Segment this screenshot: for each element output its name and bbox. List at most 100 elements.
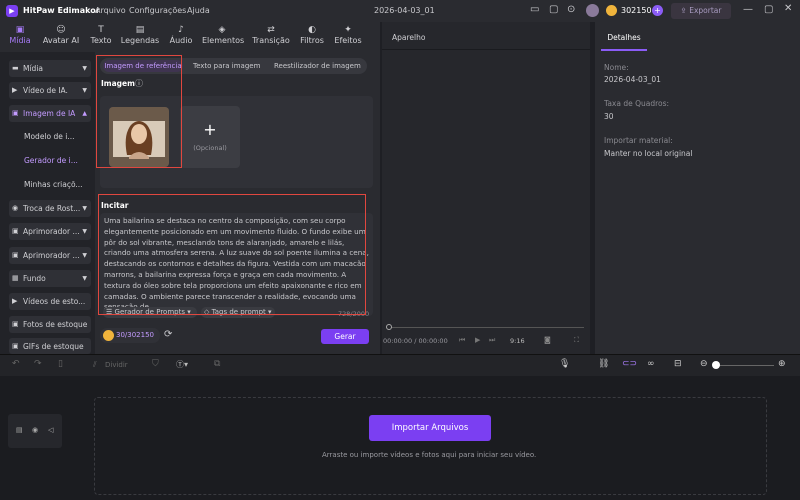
tab-texto[interactable]: T Texto	[81, 24, 121, 52]
zoom-out-icon[interactable]: ⊖	[700, 359, 708, 369]
coin-icon	[103, 330, 114, 341]
magnet-icon[interactable]: ⊂⊃	[622, 359, 637, 369]
split-label[interactable]: Dividir	[105, 361, 128, 369]
tab-audio[interactable]: ♪ Áudio	[161, 24, 201, 52]
avatar[interactable]	[586, 4, 599, 17]
tab-transicao[interactable]: ⇄ Transição	[251, 24, 291, 52]
track-header: ▤ ◉ ◁	[8, 414, 62, 448]
track-visibility-icon[interactable]: ◉	[32, 426, 38, 434]
zoom-slider[interactable]	[716, 365, 774, 366]
sidebar-item-troca-rosto[interactable]: ◉ Troca de Rost... ▼	[9, 200, 91, 217]
redo-icon[interactable]: ↷	[34, 359, 42, 369]
track-lock-icon[interactable]: ▤	[16, 426, 23, 434]
drop-hint: Arraste ou importe vídeos e fotos aqui p…	[322, 451, 537, 459]
zoom-in-icon[interactable]: ⊕	[778, 359, 786, 369]
tab-legendas[interactable]: ▤ Legendas	[120, 24, 160, 52]
prev-frame-icon[interactable]: ⏮	[459, 336, 465, 345]
add-credits-icon[interactable]: +	[652, 5, 663, 16]
track-audio-icon[interactable]: ◁	[48, 426, 53, 434]
fullscreen-icon[interactable]: ⛶	[574, 336, 579, 345]
minimize-icon[interactable]: —	[743, 4, 753, 15]
time-display: 00:00:00 / 00:00:00	[383, 337, 448, 345]
sidebar-item-gifs-estoque[interactable]: ▣ GIFs de estoque	[9, 338, 91, 354]
zoom-slider-handle[interactable]	[712, 361, 720, 369]
chevron-up-icon: ▲	[82, 110, 87, 117]
face-swap-icon: ◉	[12, 204, 19, 212]
sidebar-item-imagem-ia[interactable]: ▣ Imagem de IA ▲	[9, 105, 91, 122]
scrubber-handle[interactable]	[386, 324, 392, 330]
sidebar-item-aprimorador-2[interactable]: ▣ Aprimorador ... ▼	[9, 247, 91, 264]
sidebar-item-minhas-criacoes[interactable]: Minhas criaçõ...	[9, 176, 91, 193]
export-label: Exportar	[689, 6, 722, 15]
import-files-button[interactable]: Importar Arquivos	[369, 415, 491, 441]
close-icon[interactable]: ✕	[784, 3, 792, 14]
import-value: Manter no local original	[604, 149, 693, 158]
sidebar-item-gerador[interactable]: Gerador de i...	[9, 152, 91, 169]
generate-button[interactable]: Gerar	[321, 329, 369, 344]
credits-pill: 30/302150	[100, 328, 160, 343]
snapshot-icon[interactable]: ◙	[544, 336, 551, 344]
title-bar: ▶ HitPaw Edimakor Arquivo Configurações …	[0, 0, 800, 22]
menu-arquivo[interactable]: Arquivo	[95, 6, 126, 15]
details-panel: Detalhes Nome: 2026-04-03_01 Taxa de Qua…	[595, 22, 800, 354]
menu-configuracoes[interactable]: Configurações	[129, 6, 186, 15]
split-icon[interactable]: ⫽	[93, 360, 97, 370]
enhancer-icon: ▣	[12, 251, 19, 259]
shield-icon[interactable]: ⛉	[152, 359, 159, 369]
coin-icon	[606, 5, 617, 16]
credits-count: 302150	[621, 6, 652, 15]
chat-icon[interactable]: ▢	[549, 4, 558, 15]
sidebar-item-fotos-estoque[interactable]: ▣ Fotos de estoque	[9, 316, 91, 333]
sidebar-item-video-ia[interactable]: ▶ Vídeo de IA. ▼	[9, 82, 91, 99]
export-button[interactable]: ⇪ Exportar	[671, 3, 731, 19]
app-logo: ▶	[6, 5, 18, 17]
playback-scrubber[interactable]	[388, 327, 584, 328]
sidebar-item-videos-estoque[interactable]: ▶ Vídeos de esto...	[9, 293, 91, 310]
tab-avatar-ai[interactable]: ☺ Avatar AI	[41, 24, 81, 52]
chain-icon[interactable]: ∞	[647, 359, 655, 369]
sidebar-item-midia[interactable]: ▬ Mídia ▼	[9, 60, 91, 77]
link-icon[interactable]: ⛓	[598, 359, 609, 369]
chevron-down-icon: ▼	[82, 87, 87, 94]
timeline-toolbar: ↶ ↷ ▯ ⫽ Dividir ⛉ Ⓣ▾ ⧉ 🎙 ⛓ ⊂⊃ ∞ ⊟ ⊖ ⊕	[0, 354, 800, 376]
delete-icon[interactable]: ▯	[58, 359, 63, 369]
fit-icon[interactable]: ⊟	[674, 359, 682, 369]
stock-photo-icon: ▣	[12, 320, 19, 328]
download-icon[interactable]: ⊙	[567, 4, 575, 15]
menu-ajuda[interactable]: Ajuda	[187, 6, 210, 15]
tab-detalhes[interactable]: Detalhes	[601, 27, 647, 51]
play-icon[interactable]: ▶	[475, 336, 480, 344]
monitor-icon[interactable]: ▭	[530, 4, 539, 15]
project-name: 2026-04-03_01	[374, 6, 435, 15]
crop-icon[interactable]: ⧉	[214, 359, 220, 369]
microphone-icon[interactable]: 🎙	[559, 359, 570, 369]
chevron-down-icon: ▼	[82, 65, 87, 72]
stock-video-icon: ▶	[12, 297, 18, 305]
tab-reestilizador[interactable]: Reestilizador de imagem	[274, 62, 361, 70]
video-icon: ▶	[12, 86, 18, 94]
filters-icon: ◐	[308, 25, 316, 35]
add-optional-image-button[interactable]: + (Opcional)	[180, 106, 240, 168]
optional-label: (Opcional)	[193, 144, 227, 152]
sidebar-item-modelo[interactable]: Modelo de i...	[9, 128, 91, 145]
chevron-down-icon: ▼	[82, 252, 87, 259]
drop-zone[interactable]	[94, 397, 767, 495]
aspect-ratio[interactable]: 9:16	[510, 337, 525, 345]
tab-efeitos[interactable]: ✦ Efeitos	[328, 24, 368, 52]
text-tool-icon[interactable]: Ⓣ▾	[176, 359, 188, 370]
media-icon: ▣	[15, 25, 25, 35]
tab-texto-para-imagem[interactable]: Texto para imagem	[193, 62, 260, 70]
chevron-down-icon: ▼	[82, 205, 87, 212]
refresh-icon[interactable]: ⟳	[164, 329, 172, 340]
background-icon: ▦	[12, 274, 19, 282]
undo-icon[interactable]: ↶	[12, 359, 20, 369]
gif-icon: ▣	[12, 342, 19, 350]
maximize-icon[interactable]: ▢	[764, 4, 773, 15]
tab-midia[interactable]: ▣ Mídia	[0, 24, 40, 52]
next-frame-icon[interactable]: ⏭	[489, 336, 495, 345]
tab-elementos[interactable]: ◈ Elementos	[202, 24, 244, 52]
timeline-area: ▤ ◉ ◁ Importar Arquivos Arraste ou impor…	[0, 376, 800, 500]
tab-filtros[interactable]: ◐ Filtros	[292, 24, 332, 52]
sidebar-item-aprimorador-1[interactable]: ▣ Aprimorador ... ▼	[9, 223, 91, 240]
sidebar-item-fundo[interactable]: ▦ Fundo ▼	[9, 270, 91, 287]
